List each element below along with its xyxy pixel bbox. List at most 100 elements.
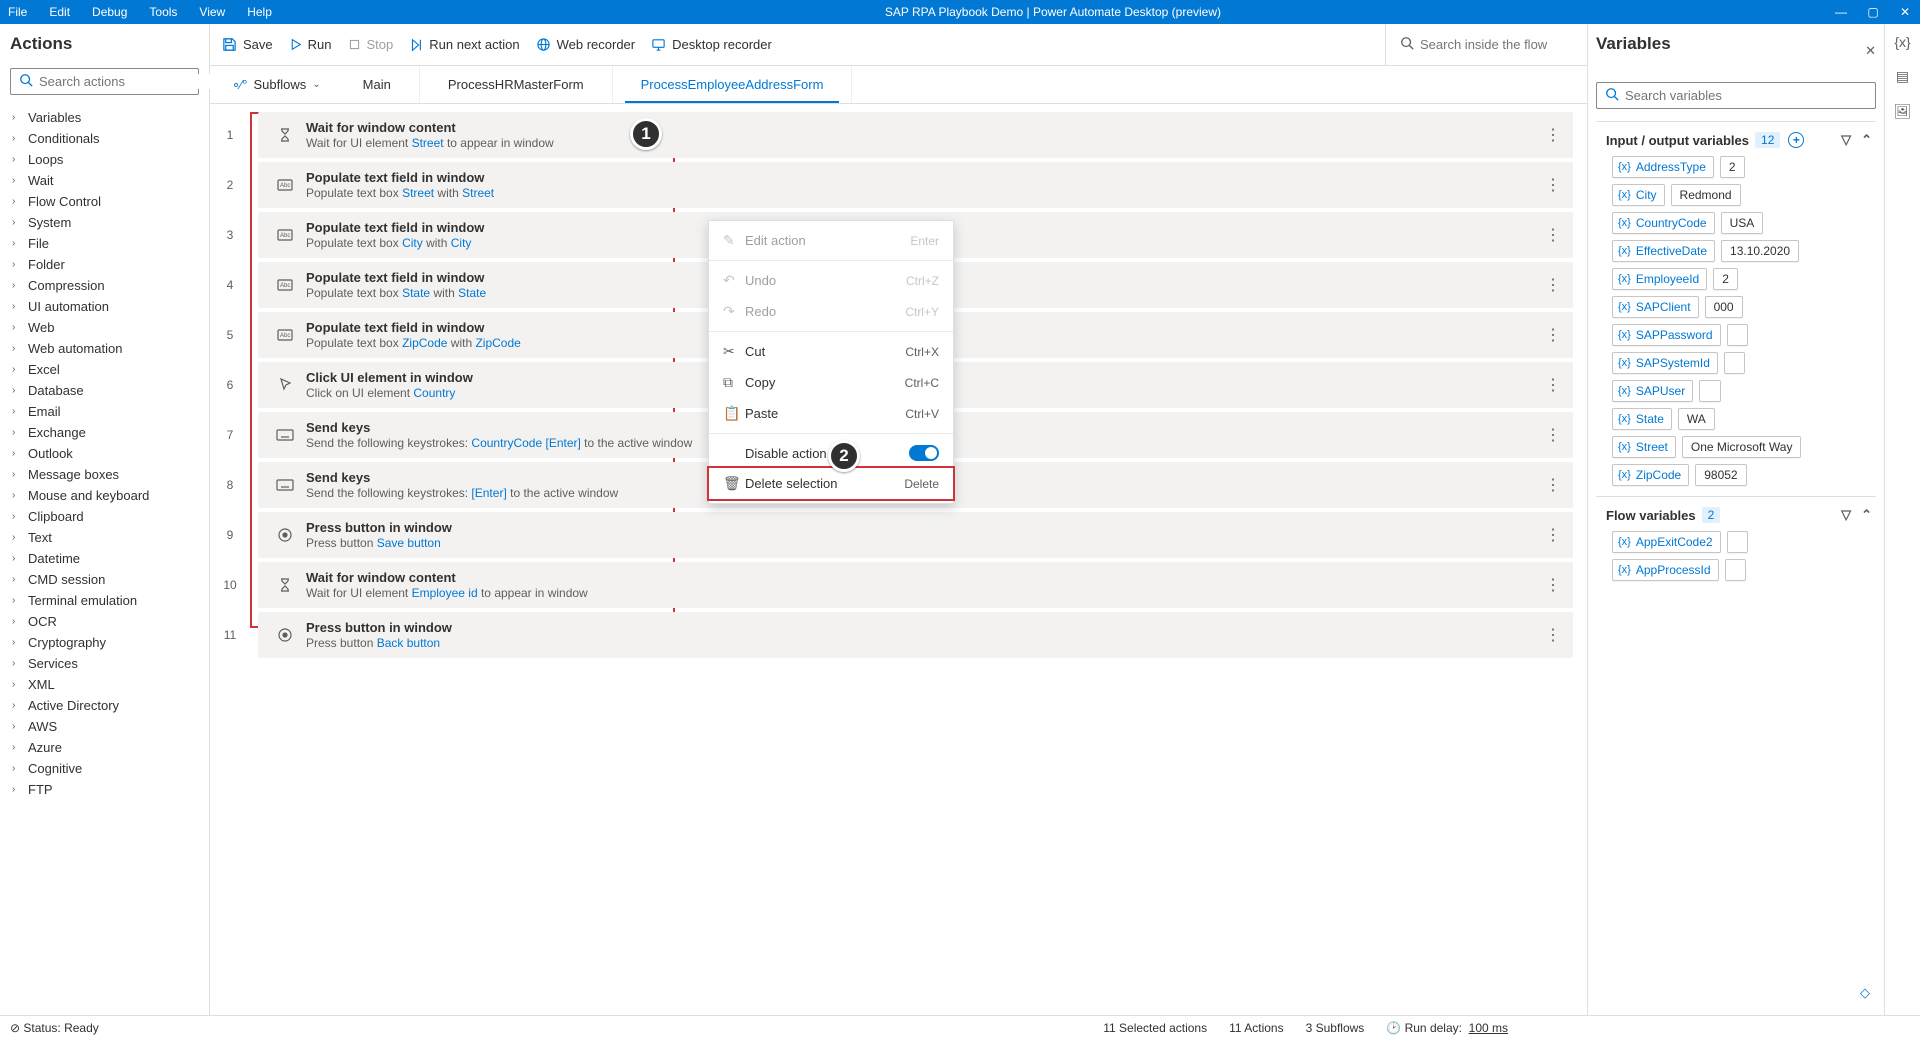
variable-row[interactable]: {x}StreetOne Microsoft Way [1612,436,1876,458]
ctx-copy[interactable]: ⧉ Copy Ctrl+C [709,367,953,398]
variable-chip[interactable]: {x}AppProcessId [1612,559,1719,581]
variable-row[interactable]: {x}ZipCode98052 [1612,464,1876,486]
action-category[interactable]: ›Email [10,401,199,422]
variable-chip[interactable]: {x}SAPUser [1612,380,1693,402]
action-category[interactable]: ›Wait [10,170,199,191]
action-category[interactable]: ›UI automation [10,296,199,317]
web-recorder-button[interactable]: Web recorder [536,37,636,52]
variable-row[interactable]: {x}AddressType2 [1612,156,1876,178]
action-category[interactable]: ›AWS [10,716,199,737]
more-icon[interactable]: ⋮ [1539,475,1559,495]
more-icon[interactable]: ⋮ [1539,625,1559,645]
more-icon[interactable]: ⋮ [1539,225,1559,245]
flow-step[interactable]: 2AbcPopulate text field in windowPopulat… [210,162,1573,208]
ui-elements-rail-icon[interactable]: ▤ [1896,68,1909,85]
minimize-button[interactable]: ― [1834,5,1848,19]
flow-search[interactable] [1385,24,1575,65]
variable-chip[interactable]: {x}City [1612,184,1665,206]
more-icon[interactable]: ⋮ [1539,125,1559,145]
action-category[interactable]: ›Terminal emulation [10,590,199,611]
action-category[interactable]: ›System [10,212,199,233]
more-icon[interactable]: ⋮ [1539,525,1559,545]
action-category[interactable]: ›Variables [10,107,199,128]
action-category[interactable]: ›Cognitive [10,758,199,779]
action-category[interactable]: ›Outlook [10,443,199,464]
variable-row[interactable]: {x}SAPPassword [1612,324,1876,346]
maximize-button[interactable]: ▢ [1866,5,1880,19]
variable-chip[interactable]: {x}SAPSystemId [1612,352,1718,374]
actions-search[interactable] [10,68,199,95]
variable-row[interactable]: {x}SAPClient000 [1612,296,1876,318]
action-category[interactable]: ›OCR [10,611,199,632]
eraser-icon[interactable]: ◇ [1860,985,1870,1000]
more-icon[interactable]: ⋮ [1539,275,1559,295]
tab-processemployeeaddressform[interactable]: ProcessEmployeeAddressForm [613,66,853,103]
run-next-button[interactable]: Run next action [409,37,519,52]
action-category[interactable]: ›Excel [10,359,199,380]
menu-help[interactable]: Help [247,5,272,19]
variable-row[interactable]: {x}SAPSystemId [1612,352,1876,374]
variable-chip[interactable]: {x}EmployeeId [1612,268,1707,290]
variable-chip[interactable]: {x}SAPPassword [1612,324,1721,346]
actions-search-input[interactable] [39,74,215,89]
action-category[interactable]: ›Web [10,317,199,338]
action-category[interactable]: ›Exchange [10,422,199,443]
more-icon[interactable]: ⋮ [1539,325,1559,345]
flow-step[interactable]: 10Wait for window contentWait for UI ele… [210,562,1573,608]
variable-chip[interactable]: {x}ZipCode [1612,464,1689,486]
tab-main[interactable]: Main [335,66,420,103]
desktop-recorder-button[interactable]: Desktop recorder [651,37,772,52]
add-variable-button[interactable]: + [1788,132,1804,148]
action-category[interactable]: ›Clipboard [10,506,199,527]
more-icon[interactable]: ⋮ [1539,375,1559,395]
variables-rail-icon[interactable]: {x} [1894,34,1910,50]
ctx-delete-selection[interactable]: 🗑 Delete selection Delete [709,468,953,499]
action-category[interactable]: ›Active Directory [10,695,199,716]
variable-row[interactable]: {x}AppProcessId [1612,559,1876,581]
filter-icon[interactable]: ▽ [1841,132,1851,148]
tab-processhrmasterform[interactable]: ProcessHRMasterForm [420,66,613,103]
action-category[interactable]: ›Web automation [10,338,199,359]
action-category[interactable]: ›XML [10,674,199,695]
flow-step[interactable]: 9Press button in windowPress button Save… [210,512,1573,558]
flow-step[interactable]: 1Wait for window contentWait for UI elem… [210,112,1573,158]
variable-row[interactable]: {x}CountryCodeUSA [1612,212,1876,234]
action-category[interactable]: ›Text [10,527,199,548]
chevron-up-icon[interactable]: ⌃ [1861,507,1872,523]
variable-chip[interactable]: {x}Street [1612,436,1676,458]
images-rail-icon[interactable]: 🖼 [1894,103,1912,120]
variable-chip[interactable]: {x}CountryCode [1612,212,1715,234]
variable-chip[interactable]: {x}AddressType [1612,156,1714,178]
more-icon[interactable]: ⋮ [1539,425,1559,445]
filter-icon[interactable]: ▽ [1841,507,1851,523]
subflows-dropdown[interactable]: ∘⁄° Subflows ⌄ [218,66,335,103]
action-category[interactable]: ›Conditionals [10,128,199,149]
action-category[interactable]: ›Flow Control [10,191,199,212]
action-category[interactable]: ›Services [10,653,199,674]
variable-row[interactable]: {x}AppExitCode2 [1612,531,1876,553]
action-category[interactable]: ›Database [10,380,199,401]
menu-view[interactable]: View [199,5,225,19]
variable-chip[interactable]: {x}EffectiveDate [1612,240,1715,262]
action-category[interactable]: ›CMD session [10,569,199,590]
variable-chip[interactable]: {x}AppExitCode2 [1612,531,1721,553]
variable-chip[interactable]: {x}SAPClient [1612,296,1699,318]
more-icon[interactable]: ⋮ [1539,175,1559,195]
ctx-paste[interactable]: 📋 Paste Ctrl+V [709,398,953,429]
close-icon[interactable]: ✕ [1865,43,1876,59]
action-category[interactable]: ›Azure [10,737,199,758]
variable-row[interactable]: {x}SAPUser [1612,380,1876,402]
run-button[interactable]: Run [289,37,332,52]
variable-row[interactable]: {x}StateWA [1612,408,1876,430]
action-category[interactable]: ›Message boxes [10,464,199,485]
menu-file[interactable]: File [8,5,27,19]
action-category[interactable]: ›Loops [10,149,199,170]
variable-row[interactable]: {x}EffectiveDate13.10.2020 [1612,240,1876,262]
flow-search-input[interactable] [1420,37,1560,52]
action-category[interactable]: ›Datetime [10,548,199,569]
action-category[interactable]: ›Cryptography [10,632,199,653]
toggle-switch[interactable] [909,445,939,461]
save-button[interactable]: Save [222,37,273,52]
chevron-up-icon[interactable]: ⌃ [1861,132,1872,148]
flow-step[interactable]: 11Press button in windowPress button Bac… [210,612,1573,658]
